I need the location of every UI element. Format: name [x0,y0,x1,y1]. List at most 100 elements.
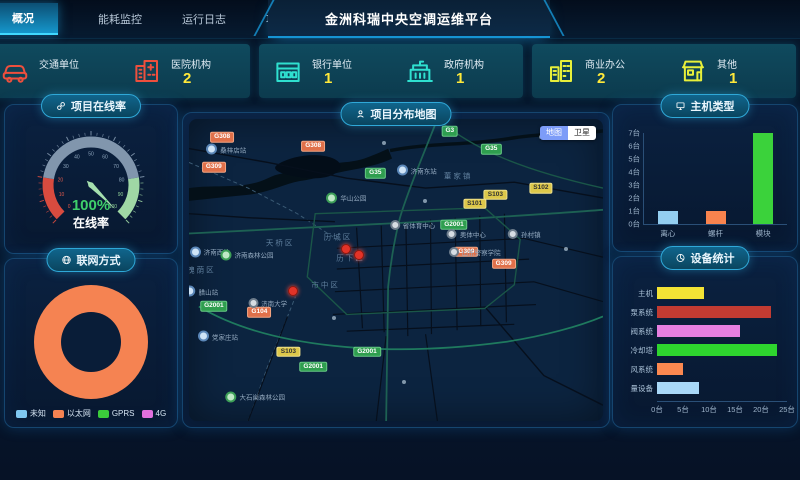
park-dot [326,192,337,203]
stat-card-office-other: 商业办公 2 其他 1 [532,44,796,98]
shield-marker: S101 [463,198,486,209]
donut-hole [61,312,121,372]
marker-label: 山东警察学院 [462,247,501,257]
poi-marker: 孙村镇 [508,229,541,239]
svg-text:0: 0 [68,204,71,210]
stat-bank: 银行单位 1 [259,56,391,86]
bar-螺杆 [706,211,726,224]
device-row-bar [657,363,683,375]
tab-energy-monitor[interactable]: 能耗监控 [98,11,142,27]
stat-value: 1 [324,71,352,86]
district-marker: 天桥区 [266,237,295,248]
shield-marker: G35 [365,168,385,179]
marker-label: 大石崮森林公园 [239,392,285,402]
svg-text:在线率: 在线率 [73,215,109,230]
pin-marker[interactable] [288,286,298,296]
marker-label: 济南大学 [261,298,287,308]
stat-label: 银行单位 [312,56,352,71]
legend-item-以太网[interactable]: 以太网 [53,408,91,419]
device-row-bar [657,344,777,356]
device-row-label: 风系统 [621,364,657,375]
legend-swatch [53,410,64,418]
y-axis-label: 3台 [628,180,640,191]
x-axis-tick: 25台 [779,404,795,415]
pin-marker[interactable] [354,250,364,260]
marker-label: 华山公园 [340,193,366,203]
top-nav: 概况 能耗监控 运行日志 项目列表 视频监控 金洲科瑞中央空调运维平台 [0,0,800,39]
legend-label: 未知 [30,408,46,419]
dot-marker [332,316,336,320]
app-title-plate: 金洲科瑞中央空调运维平台 [268,0,550,38]
map-layer-button[interactable]: 地图 [540,126,568,140]
legend-item-GPRS[interactable]: GPRS [98,408,135,419]
park-marker: 济南森林公园 [220,249,273,260]
device-stats-xaxis: 0台5台10台15台20台25台 [657,401,787,414]
dot-marker [423,199,427,203]
poi-marker: 济南大学 [248,298,287,308]
stat-transport: 交通单位 [0,56,118,86]
panel-online-rate: 项目在线率 0102030405060708090100100%在线率 [4,104,178,254]
svg-text:80: 80 [119,177,125,183]
stat-label: 商业办公 [585,56,625,71]
shield-marker: S103 [277,346,300,357]
tab-overview[interactable]: 概况 [0,3,58,35]
station-marker: 党家庄站 [198,331,238,342]
stat-office: 商业办公 2 [532,56,664,86]
panel-title-network-mode: 联网方式 [47,248,136,272]
legend-swatch [98,410,109,418]
district-marker: 历城区 [324,231,353,242]
panel-title-text: 主机类型 [691,98,735,114]
y-axis-label: 4台 [628,167,640,178]
legend-item-未知[interactable]: 未知 [16,408,46,419]
legend-item-4G[interactable]: 4G [142,408,167,419]
svg-text:30: 30 [63,164,69,170]
network-mode-legend: 未知以太网 GPRS 4G [5,408,177,419]
office-icon [546,56,576,86]
station-marker: 腊山站 [189,286,218,297]
bar-离心 [658,211,678,224]
svg-text:20: 20 [58,177,64,183]
device-row-主机: 主机 [621,287,787,299]
y-axis-label: 1台 [628,206,640,217]
district-marker: 市中区 [311,280,340,291]
map-canvas[interactable]: G308G309G308G104G309G309G3G35G35G2001G20… [189,119,603,421]
district-marker: 槐荫区 [189,265,216,276]
device-row-track [657,325,787,337]
device-row-track [657,344,787,356]
shield-marker: G309 [202,162,226,173]
tab-run-log[interactable]: 运行日志 [182,11,226,27]
poi-dot [248,298,258,308]
device-row-label: 冷却塔 [621,345,657,356]
shield-marker: S102 [529,183,552,194]
stat-value: 2 [183,71,211,86]
device-row-冷却塔: 冷却塔 [621,344,787,356]
pie-icon [676,253,686,263]
marker-label: 奥体中心 [460,229,486,239]
legend-swatch [142,410,153,418]
stats-row: 交通单位 医院机构 2 [0,44,796,98]
stat-government: 政府机构 1 [391,56,523,86]
station-marker: 桑梓店站 [206,144,246,155]
x-axis-label: 离心 [660,228,675,239]
station-dot [206,144,217,155]
stat-label: 政府机构 [444,56,484,71]
shield-marker: G104 [247,307,271,318]
shield-marker: G308 [210,132,234,143]
svg-text:10: 10 [59,192,65,198]
device-row-bar [657,325,740,337]
map-layer-toggle: 地图 卫星 [540,126,596,140]
park-dot [220,249,231,260]
stat-value: 1 [729,71,737,86]
x-axis-tick: 10台 [701,404,717,415]
svg-text:100%: 100% [72,197,110,214]
x-axis-tick: 5台 [677,404,689,415]
park-marker: 华山公园 [326,192,366,203]
dashboard-screen: 概况 能耗监控 运行日志 项目列表 视频监控 金洲科瑞中央空调运维平台 交通 [0,0,800,480]
poi-dot [449,247,459,257]
pin-marker[interactable] [341,244,351,254]
stat-other: 其他 1 [664,56,796,86]
satellite-layer-button[interactable]: 卫星 [568,126,596,140]
panel-title-host-type: 主机类型 [661,94,750,118]
station-dot [189,286,196,297]
marker-label: 济南森林公园 [234,250,273,260]
